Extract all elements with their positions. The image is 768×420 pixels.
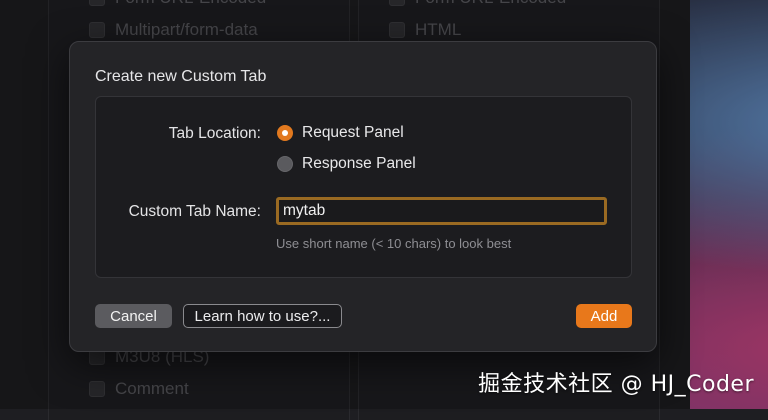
tab-location-label: Tab Location: bbox=[168, 125, 261, 142]
radio-request-panel[interactable]: Request Panel bbox=[277, 124, 404, 142]
learn-how-to-use-button[interactable]: Learn how to use?... bbox=[183, 304, 342, 328]
settings-group-box: Tab Location: Request Panel Response Pan… bbox=[95, 96, 632, 278]
custom-tab-name-label: Custom Tab Name: bbox=[128, 203, 261, 220]
dialog-title: Create new Custom Tab bbox=[95, 68, 267, 85]
watermark: 掘金技术社区 @ HJ_Coder bbox=[478, 372, 754, 397]
radio-selected-icon[interactable] bbox=[277, 125, 293, 141]
radio-label: Request Panel bbox=[302, 124, 404, 141]
create-custom-tab-dialog: Create new Custom Tab Tab Location: Requ… bbox=[69, 41, 657, 352]
radio-response-panel[interactable]: Response Panel bbox=[277, 155, 416, 173]
name-hint: Use short name (< 10 chars) to look best bbox=[276, 236, 512, 251]
add-button[interactable]: Add bbox=[576, 304, 632, 328]
cancel-button[interactable]: Cancel bbox=[95, 304, 172, 328]
radio-unselected-icon[interactable] bbox=[277, 156, 293, 172]
custom-tab-name-input[interactable] bbox=[276, 197, 607, 225]
radio-label: Response Panel bbox=[302, 155, 416, 172]
